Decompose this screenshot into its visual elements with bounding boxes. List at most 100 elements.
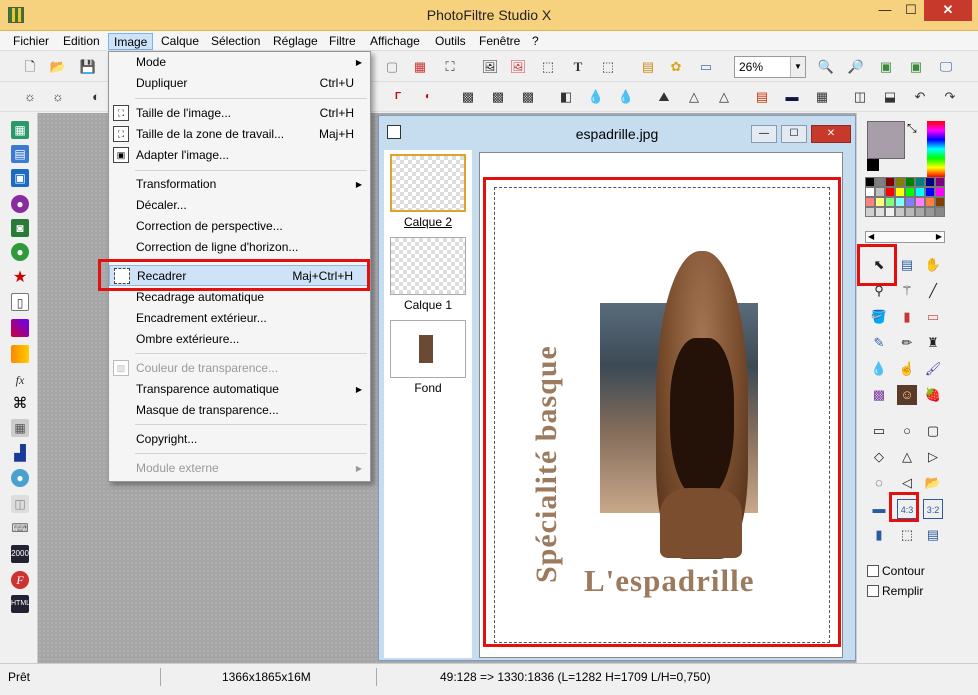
pattern-1-icon[interactable]: ▩ [458,87,478,107]
menu-image[interactable]: Image [108,33,154,50]
gradient-swatch-icon[interactable] [11,319,29,337]
contrast-icon[interactable]: ◐ [86,87,106,107]
mirror-icon[interactable]: ◫ [850,87,870,107]
palette-swatch[interactable] [935,177,945,187]
palette-swatch[interactable] [915,187,925,197]
brightness-up-icon[interactable]: ☼ [48,87,68,107]
palette-swatch[interactable] [905,207,915,217]
brightness-down-icon[interactable]: ☼ [20,87,40,107]
camera-icon[interactable]: ◙ [11,219,29,237]
brush-icon[interactable]: ✎ [869,333,889,353]
layer-label-calque-2[interactable]: Calque 2 [384,215,472,229]
remplir-checkbox[interactable]: Remplir [867,584,923,598]
drops-icon[interactable]: 💧 [616,87,636,107]
minimize-button[interactable]: — [872,0,898,21]
menu-calque[interactable]: Calque [156,33,204,50]
contour-checkbox[interactable]: Contour [867,564,925,578]
palette-swatch[interactable] [935,207,945,217]
menu-item-encadrement[interactable]: Encadrement extérieur... [109,308,370,329]
menu-item-perspective[interactable]: Correction de perspective... [109,216,370,237]
palette-swatch[interactable] [875,197,885,207]
menu-item-mode[interactable]: Mode ▶ [109,52,370,73]
pencil-icon[interactable]: ✏ [897,333,917,353]
menu-item-transparence-auto[interactable]: Transparence automatique ▶ [109,379,370,400]
palette-swatch[interactable] [935,187,945,197]
palette-swatch[interactable] [865,177,875,187]
cloverleaf-icon[interactable]: ⌘ [11,395,29,413]
palette-swatch[interactable] [865,187,875,197]
calculator-icon[interactable]: ▦ [11,121,29,139]
fullscreen-icon[interactable]: 🖵 [936,57,956,77]
rotate-left-icon[interactable]: ↶ [910,87,930,107]
screen-icon[interactable]: ▣ [11,169,29,187]
rounded-rect-icon[interactable]: ▢ [923,421,943,441]
palette-swatch[interactable] [925,177,935,187]
doc-maximize-button[interactable]: ☐ [781,125,807,143]
palette-swatch[interactable] [915,177,925,187]
menu-affichage[interactable]: Affichage [365,33,425,50]
palette-swatch[interactable] [875,177,885,187]
layer-label-calque-1[interactable]: Calque 1 [384,298,472,312]
menu-reglage[interactable]: Réglage [268,33,323,50]
menu-selection[interactable]: Sélection [206,33,265,50]
layer-thumb-fond[interactable] [390,320,466,378]
save-icon[interactable]: 💾 [78,57,98,77]
palette-swatch[interactable] [915,197,925,207]
grid-icon[interactable]: ▦ [812,87,832,107]
rotate-select-icon[interactable]: ⬚ [598,57,618,77]
triangle-2-icon[interactable]: △ [714,87,734,107]
ellipse-shape-icon[interactable]: ○ [897,421,917,441]
menu-outils[interactable]: Outils [430,33,471,50]
rectangle-shape-icon[interactable]: ▭ [869,421,889,441]
document-icon[interactable]: ▤ [11,145,29,163]
gradient-icon[interactable]: ▬ [782,87,802,107]
menu-item-ombre[interactable]: Ombre extérieure... [109,329,370,350]
triangle-1-icon[interactable]: △ [684,87,704,107]
palette-swatch[interactable] [865,197,875,207]
menu-item-copyright[interactable]: Copyright... [109,429,370,450]
palette-swatch[interactable] [895,207,905,217]
color-spectrum[interactable] [927,121,945,177]
floppy-2000-icon[interactable]: 2000 [11,545,29,563]
triangle-shape-icon[interactable]: △ [897,447,917,467]
palette-swatch[interactable] [935,197,945,207]
globe-icon[interactable]: ● [11,243,29,261]
stamp-icon[interactable]: ♜ [923,333,943,353]
mountain-icon[interactable]: ⛰ [654,87,674,107]
flip-icon[interactable]: ◧ [556,87,576,107]
select-crop-icon[interactable]: ⬚ [538,57,558,77]
pattern-2-icon[interactable]: ▩ [488,87,508,107]
palette-swatch[interactable] [905,197,915,207]
fill-bucket-icon[interactable]: 🪣 [869,307,889,327]
crop-marks-icon[interactable]: ⬚ [897,525,917,545]
chevron-down-icon[interactable]: ▼ [790,57,805,77]
drop-icon[interactable]: 💧 [586,87,606,107]
layers-icon[interactable]: ▤ [638,57,658,77]
clone-brush-icon[interactable]: 🖌 [923,359,943,379]
palette-swatch[interactable] [895,197,905,207]
menu-edition[interactable]: Edition [58,33,105,50]
palette-swatch[interactable] [925,197,935,207]
polygon-lasso-icon[interactable]: ◁ [897,473,917,493]
water-drop-icon[interactable]: ● [11,469,29,487]
menu-fichier[interactable]: Fichier [8,33,54,50]
fit-window-icon[interactable]: ▣ [906,57,926,77]
portrait-icon[interactable]: ☺ [897,385,917,405]
flip-vertical-icon[interactable]: ⬓ [880,87,900,107]
menu-item-masque[interactable]: Masque de transparence... [109,400,370,421]
mosaic-icon[interactable]: ▦ [11,419,29,437]
menu-item-taille-image[interactable]: ⛶ Taille de l'image... Ctrl+H [109,103,370,124]
swap-colors-icon[interactable]: ⤡ [907,121,917,136]
image-size-icon[interactable]: ⛶ [440,57,460,77]
color-palette[interactable] [865,177,945,227]
contrast-auto-icon[interactable]: ◐ [418,87,438,107]
hand-icon[interactable]: ✋ [923,255,943,275]
image-placeholder-icon[interactable]: ▢ [382,57,402,77]
spray-icon[interactable]: ▮ [897,307,917,327]
magic-wand-icon[interactable]: ⚚ [897,281,917,301]
sphere-icon[interactable]: ● [11,195,29,213]
eraser-icon[interactable]: ▭ [923,307,943,327]
arrow-shape-icon[interactable]: ▷ [923,447,943,467]
palette-swatch[interactable] [905,187,915,197]
frame-icon[interactable]: ◫ [11,495,29,513]
